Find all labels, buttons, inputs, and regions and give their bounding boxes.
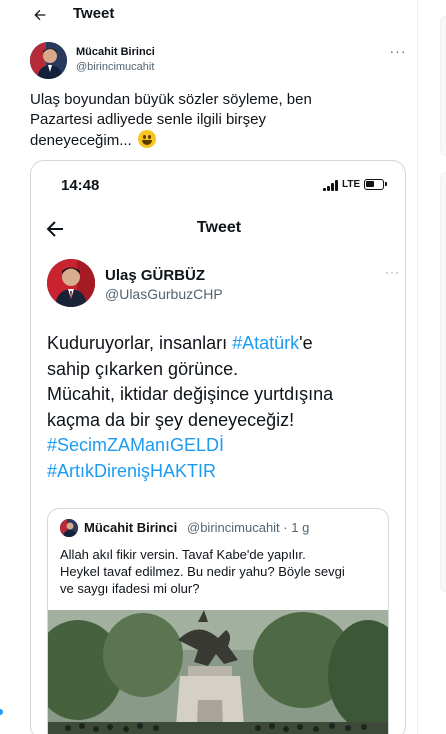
screenshot-text-line: kaçma da bir şey deneyeceğiz! <box>47 409 295 430</box>
back-arrow-icon[interactable] <box>30 5 50 25</box>
avatar <box>47 259 95 307</box>
quoted-text-line: ve saygı ifadesi mi olur? <box>60 581 200 596</box>
avatar <box>60 519 78 537</box>
tweet-text-line-end: deneyeceğim... <box>30 132 132 149</box>
more-options-icon[interactable]: ··· <box>388 44 408 60</box>
quoted-author-handle: @birincimucahit · 1 g <box>187 520 310 535</box>
battery-icon <box>364 179 387 190</box>
screenshot-text-line: Kuduruyorlar, insanları #Atatürk'e <box>47 331 397 357</box>
author-name[interactable]: Mücahit Birinci <box>76 45 155 59</box>
screenshot-text-line: Mücahit, iktidar değişince yurtdışına <box>47 384 334 404</box>
page-title: Tweet <box>73 5 115 22</box>
more-options-icon: ··· <box>385 265 400 279</box>
hashtag-link: #SecimZAManıGELDİ <box>47 435 225 455</box>
status-time: 14:48 <box>61 177 100 194</box>
author-handle[interactable]: @birincimucahit <box>76 60 154 74</box>
screenshot-nav-title: Tweet <box>196 219 242 236</box>
quoted-author-name: Mücahit Birinci <box>84 520 178 535</box>
screenshot-text-segment: 'e <box>299 333 313 353</box>
main-column: Tweet Mücahit Birinci @birincimucahit ··… <box>0 0 418 734</box>
tweet-text-line: deneyeceğim... <box>30 130 400 151</box>
signal-icon <box>323 180 339 191</box>
screenshot-nav-bar: Tweet <box>31 209 405 249</box>
phone-status-bar: 14:48 LTE <box>31 161 405 209</box>
network-label: LTE <box>342 179 361 190</box>
screenshot-tweet-text: Kuduruyorlar, insanları #Atatürk'e sahip… <box>47 331 397 484</box>
hashtag-link: #Atatürk <box>232 333 300 353</box>
screenshot-text-line: sahip çıkarken görünce. <box>47 358 239 379</box>
screenshot-tweet-author: Ulaş GÜRBÜZ @UlasGurbuzCHP ··· <box>47 259 400 311</box>
statue-photo <box>48 610 388 734</box>
tweet-text: Ulaş boyundan büyük sözler söyleme, ben … <box>30 90 400 151</box>
quoted-tweet-header: Mücahit Birinci @birincimucahit · 1 g <box>60 519 380 537</box>
top-bar: Tweet <box>0 0 418 32</box>
sidebar-panel <box>440 16 446 156</box>
tweet-media-screenshot[interactable]: 14:48 LTE Tweet Ulaş GÜRBÜZ @UlasGurbuzC… <box>30 160 406 734</box>
avatar[interactable] <box>30 42 67 79</box>
tweet-text-line: Ulaş boyundan büyük sözler söyleme, ben <box>30 91 312 108</box>
tweet-author: Mücahit Birinci @birincimucahit ··· <box>30 42 410 82</box>
quoted-text-line: Heykel tavaf edilmez. Bu nedir yahu? Böy… <box>60 564 345 579</box>
hashtag-link: #ArtıkDirenişHAKTIR <box>47 460 217 481</box>
screenshot-text-segment: Kuduruyorlar, insanları <box>47 333 233 353</box>
sidebar-panel <box>440 172 446 592</box>
quoted-tweet-text: Allah akıl fikir versin. Tavaf Kabe'de y… <box>60 546 388 597</box>
screenshot-author-handle: @UlasGurbuzCHP <box>105 286 223 302</box>
tweet-text-line: Pazartesi adliyede senle ilgili birşey <box>30 111 266 128</box>
screenshot-author-name: Ulaş GÜRBÜZ <box>105 267 206 284</box>
quoted-text-line: Allah akıl fikir versin. Tavaf Kabe'de y… <box>60 547 306 562</box>
quoted-tweet: Mücahit Birinci @birincimucahit · 1 g Al… <box>47 508 389 734</box>
grinning-face-emoji-icon <box>137 130 156 148</box>
